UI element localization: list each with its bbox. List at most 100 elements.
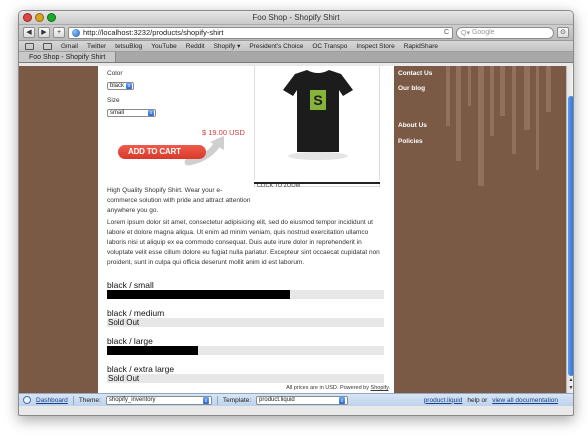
color-select[interactable]: black ⇕ (107, 82, 135, 90)
theme-editor-bar: Dashboard Theme: shopify_inventory ⇕ Tem… (19, 393, 573, 406)
inventory-bar (107, 346, 384, 355)
size-select[interactable]: small ⇕ (107, 109, 157, 117)
search-field[interactable]: Q▾ Google (456, 26, 554, 39)
tab-strip: Foo Shop - Shopify Shirt (19, 52, 573, 63)
size-label: Size (107, 97, 120, 104)
variant-name: black / small (107, 280, 154, 290)
close-window-button[interactable] (23, 13, 32, 22)
back-button[interactable]: ◀ (23, 27, 35, 38)
search-icon: Q▾ (461, 29, 470, 37)
variant-row: black / small (107, 280, 384, 299)
window-title: Foo Shop - Shopify Shirt (252, 13, 340, 22)
page-viewport: Color black ⇕ Size small ⇕ $ 19.00 USD A… (19, 66, 566, 393)
variant-row: black / medium Sold Out (107, 308, 384, 327)
reload-icon[interactable]: C (444, 29, 449, 36)
product-content: Color black ⇕ Size small ⇕ $ 19.00 USD A… (98, 66, 394, 393)
sidebar-link-policies[interactable]: Policies (398, 138, 423, 145)
dashboard-link[interactable]: Dashboard (36, 397, 68, 404)
inventory-fill (107, 290, 290, 299)
scroll-up-icon[interactable]: ▲ (568, 377, 573, 383)
bookmark-shopify[interactable]: Shopify ▾ (214, 42, 241, 50)
product-image[interactable]: S (254, 66, 380, 187)
help-text: help or (467, 396, 488, 404)
size-select-value: small (110, 110, 125, 116)
drip-decoration (512, 66, 516, 154)
select-arrows-icon: ⇕ (148, 110, 155, 116)
sidebar-link-contact[interactable]: Contact Us (398, 70, 432, 77)
bookmark-inspect-store[interactable]: Inspect Store (356, 43, 394, 50)
title-bar: Foo Shop - Shopify Shirt (19, 11, 573, 25)
add-bookmark-button[interactable]: + (53, 27, 65, 38)
drip-decoration (536, 66, 539, 170)
variant-name: black / medium (107, 308, 165, 318)
browser-toolbar: ◀ ▶ + http://localhost:3232/products/sho… (19, 25, 573, 41)
footnote-text: All prices are in USD. Powered by (286, 385, 369, 391)
scrollbar-thumb[interactable] (568, 96, 573, 376)
shopify-link[interactable]: Shopify (371, 385, 389, 391)
forward-button[interactable]: ▶ (38, 27, 50, 38)
bookmark-youtube[interactable]: YouTube (151, 43, 177, 50)
tab-foo-shop[interactable]: Foo Shop - Shopify Shirt (19, 52, 117, 62)
book-icon[interactable] (25, 42, 34, 50)
theme-label: Theme: (78, 396, 101, 404)
color-label: Color (107, 70, 123, 77)
bookmark-reddit[interactable]: Reddit (186, 43, 205, 50)
drip-decoration (490, 66, 494, 136)
zoom-window-button[interactable] (47, 13, 56, 22)
drip-decoration (500, 66, 505, 116)
address-bar[interactable]: http://localhost:3232/products/shopify-s… (68, 26, 453, 39)
select-arrows-icon: ⇕ (202, 396, 209, 404)
footnote-period: . (388, 385, 390, 391)
template-select[interactable]: product.liquid ⇕ (256, 395, 349, 405)
theme-select-value: shopify_inventory (108, 397, 156, 403)
bookmark-gmail[interactable]: Gmail (61, 43, 78, 50)
drip-decoration (546, 66, 551, 112)
tshirt-image: S (283, 70, 353, 160)
sidebar-link-blog[interactable]: Our blog (398, 85, 425, 92)
variant-row: black / extra large Sold Out (107, 364, 384, 383)
vertical-scrollbar[interactable]: ▲ ▼ (566, 66, 573, 393)
search-placeholder: Google (471, 29, 495, 36)
inventory-bar: Sold Out (107, 374, 384, 383)
click-to-zoom-link[interactable]: CLICK TO ZOOM (257, 183, 300, 189)
bookmark-rapidshare[interactable]: RapidShare (404, 43, 438, 50)
drip-decoration (524, 66, 530, 130)
shirt-logo: S (313, 92, 322, 108)
select-arrows-icon: ⇕ (126, 83, 133, 89)
documentation-link[interactable]: view all documentation (492, 397, 558, 404)
window-controls (23, 13, 56, 22)
drip-decoration (468, 66, 471, 106)
globe-icon (72, 28, 80, 37)
template-file-link[interactable]: product.liquid (424, 397, 463, 404)
bookmark-oc-transpo[interactable]: OC Transpo (312, 43, 347, 50)
bookmark-presidents-choice[interactable]: President's Choice (249, 43, 303, 50)
select-arrows-icon: ⇕ (339, 396, 346, 404)
template-select-value: product.liquid (259, 397, 295, 403)
bookmark-tetsublog[interactable]: tetsuBlog (115, 43, 142, 50)
page-menu-button[interactable]: ⊙ (557, 27, 569, 38)
variant-name: black / extra large (107, 364, 175, 374)
variant-status: Sold Out (108, 318, 140, 327)
product-description: High Quality Shopify Shirt. Wear your e-… (107, 187, 251, 214)
inventory-fill (107, 346, 199, 355)
bookmark-twitter[interactable]: Twitter (87, 43, 106, 50)
drip-decoration (446, 66, 450, 126)
color-select-value: black (110, 83, 125, 89)
theme-select[interactable]: shopify_inventory ⇕ (105, 395, 212, 405)
sidebar-link-about[interactable]: About Us (398, 122, 427, 129)
scroll-down-icon[interactable]: ▼ (568, 385, 573, 391)
dashboard-icon[interactable] (23, 396, 31, 404)
inventory-bar (107, 290, 384, 299)
drip-decoration (478, 66, 484, 186)
sidebar: Contact Us Our blog About Us Policies (394, 66, 566, 393)
variant-status: Sold Out (108, 374, 140, 383)
drip-decoration (456, 66, 461, 161)
price-footnote: All prices are in USD. Powered by Shopif… (286, 385, 390, 391)
minimize-window-button[interactable] (35, 13, 44, 22)
variant-name: black / large (107, 336, 153, 346)
product-details-text: Lorem ipsum dolor sit amet, consectetur … (107, 219, 380, 266)
bookmarks-bar: Gmail Twitter tetsuBlog YouTube Reddit S… (19, 41, 573, 52)
add-to-cart-button[interactable]: ADD TO CART (118, 145, 206, 159)
address-text: http://localhost:3232/products/shopify-s… (83, 28, 224, 37)
grid-icon[interactable] (43, 42, 52, 50)
